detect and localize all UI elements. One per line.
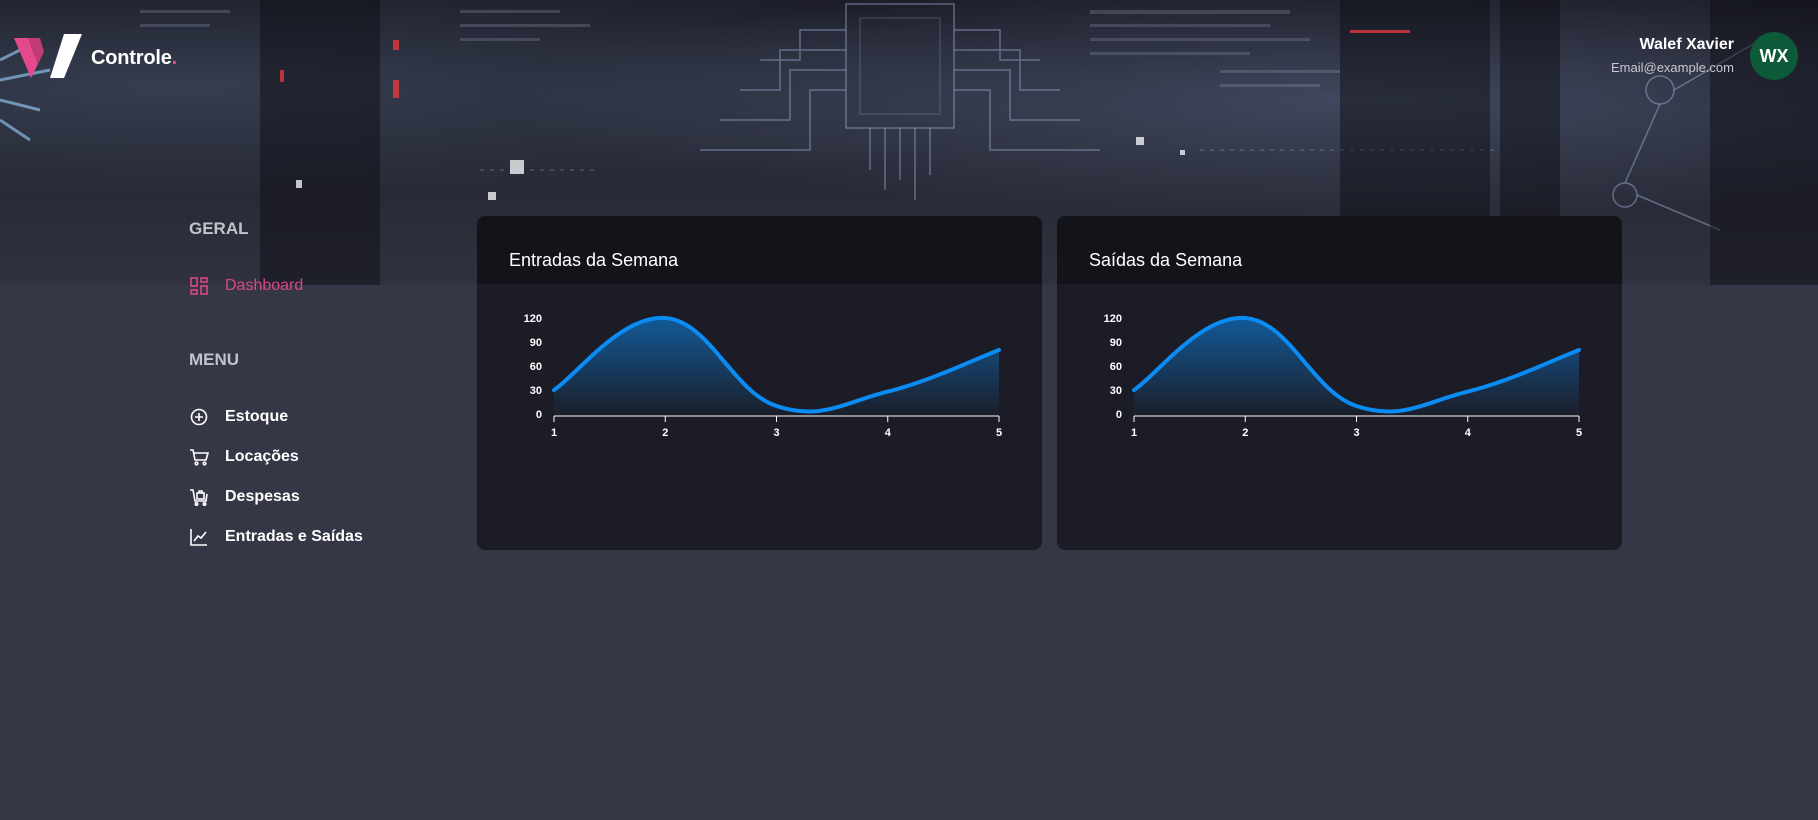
- shopping-bag-icon: [189, 487, 209, 507]
- line-chart-icon: [189, 527, 209, 547]
- sidebar-item-despesas[interactable]: Despesas: [189, 485, 300, 509]
- user-email: Email@example.com: [1610, 60, 1734, 75]
- cart-icon: [189, 447, 209, 467]
- y-tick-label: 60: [1110, 361, 1122, 373]
- avatar[interactable]: WX: [1750, 32, 1798, 80]
- x-tick-label: 4: [885, 427, 892, 439]
- sidebar-item-label: Dashboard: [225, 277, 304, 294]
- y-tick-label: 0: [1116, 409, 1122, 421]
- y-tick-label: 30: [1110, 385, 1122, 397]
- x-tick-label: 1: [551, 427, 557, 439]
- y-tick-label: 0: [536, 409, 542, 421]
- saidas-chart: 1 2 3 4 5 0 30 60 90 120: [1104, 313, 1582, 439]
- sidebar-section-geral: GERAL: [189, 219, 249, 238]
- x-tick-label: 4: [1465, 427, 1472, 439]
- sidebar-item-label: Despesas: [225, 488, 300, 505]
- dashboard-icon: [189, 276, 209, 296]
- y-tick-label: 60: [530, 361, 542, 373]
- brand-dot: .: [171, 47, 178, 69]
- user-name: Walef Xavier: [1639, 36, 1734, 53]
- brand-logo[interactable]: [14, 34, 86, 78]
- chart-card-saidas: Saídas da Semana 1 2 3 4 5 0 30 60 90 120: [1057, 216, 1622, 550]
- chart-card-entradas: Entradas da Semana 1 2 3 4 5 0 30 60 90 120: [477, 216, 1042, 550]
- y-tick-label: 30: [530, 385, 542, 397]
- sidebar-item-label: Entradas e Saídas: [225, 528, 363, 545]
- x-tick-label: 3: [773, 427, 779, 439]
- x-tick-label: 3: [1353, 427, 1359, 439]
- y-tick-label: 90: [1110, 337, 1122, 349]
- x-tick-label: 2: [1242, 427, 1248, 439]
- x-tick-label: 2: [662, 427, 668, 439]
- y-tick-label: 120: [524, 313, 542, 325]
- sidebar-item-estoque[interactable]: Estoque: [189, 405, 288, 429]
- plus-circle-icon: [189, 407, 209, 427]
- sidebar-item-label: Estoque: [225, 408, 289, 425]
- sidebar-item-entradas-saidas[interactable]: Entradas e Saídas: [189, 525, 363, 549]
- sidebar-item-locacoes[interactable]: Locações: [189, 445, 299, 469]
- x-tick-label: 5: [1576, 427, 1582, 439]
- entradas-chart: 1 2 3 4 5 0 30 60 90 120: [524, 313, 1002, 439]
- brand-text: Controle: [91, 47, 172, 69]
- brand-name[interactable]: Controle.: [91, 47, 177, 70]
- sidebar-item-dashboard[interactable]: Dashboard: [189, 274, 303, 298]
- y-tick-label: 90: [530, 337, 542, 349]
- y-tick-label: 120: [1104, 313, 1122, 325]
- sidebar-item-label: Locações: [225, 448, 299, 465]
- x-tick-label: 5: [996, 427, 1002, 439]
- x-tick-label: 1: [1131, 427, 1137, 439]
- sidebar-section-menu: MENU: [189, 350, 240, 369]
